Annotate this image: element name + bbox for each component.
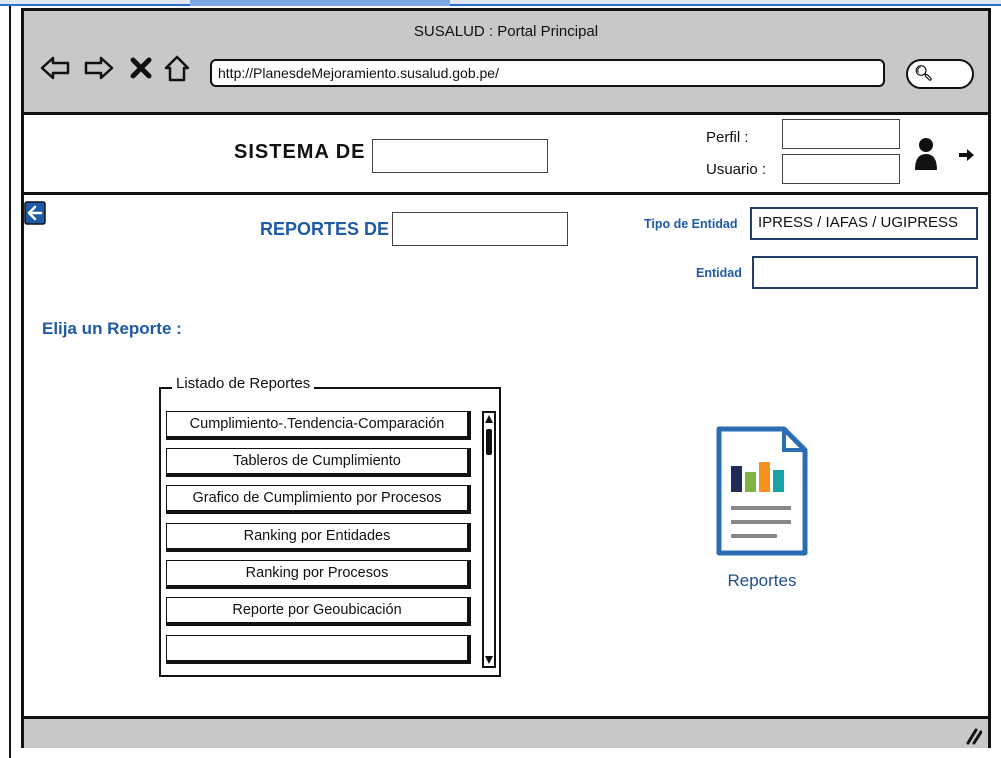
window-title: SUSALUD : Portal Principal	[413, 23, 599, 40]
scroll-down-icon[interactable]	[484, 654, 494, 666]
home-icon[interactable]	[162, 53, 192, 83]
address-bar[interactable]: http://PlanesdeMejoramiento.susalud.gob.…	[210, 59, 885, 87]
logout-icon[interactable]	[958, 147, 976, 163]
usuario-field[interactable]	[782, 154, 900, 184]
search-icon: 🔍︎	[914, 65, 934, 82]
tipo-entidad-select[interactable]: IPRESS / IAFAS / UGIPRESS	[750, 207, 978, 240]
report-item[interactable]: Reporte por Geoubicación	[166, 597, 471, 626]
report-item[interactable]: Grafico de Cumplimiento por Procesos	[166, 485, 471, 514]
reports-type-field[interactable]	[392, 212, 568, 246]
perfil-label: Perfil :	[706, 129, 749, 146]
choose-report-label: Elija un Reporte :	[42, 319, 182, 338]
report-item[interactable]	[166, 635, 471, 664]
scroll-up-icon[interactable]	[484, 413, 494, 425]
report-item[interactable]: Tableros de Cumplimiento	[166, 448, 471, 477]
perfil-field[interactable]	[782, 119, 900, 149]
reports-title: REPORTES DE	[260, 219, 390, 239]
browser-search-field[interactable]: 🔍︎	[906, 59, 974, 89]
report-item[interactable]: Ranking por Procesos	[166, 560, 471, 589]
user-icon[interactable]	[914, 137, 938, 171]
browser-window: SUSALUD : Portal Principal http://Planes…	[21, 8, 991, 748]
entidad-field[interactable]	[752, 256, 978, 289]
left-border-line	[9, 6, 11, 758]
reports-document-icon[interactable]	[716, 426, 808, 556]
reports-icon-label: Reportes	[727, 571, 797, 590]
report-item[interactable]: Cumplimiento-.Tendencia-Comparación	[166, 411, 471, 440]
entidad-label: Entidad	[696, 266, 742, 280]
browser-chrome: SUSALUD : Portal Principal http://Planes…	[24, 11, 988, 115]
stop-x-icon[interactable]	[130, 57, 152, 79]
back-arrow-icon[interactable]	[24, 201, 46, 225]
forward-arrow-icon[interactable]	[84, 55, 114, 81]
resize-handle-icon[interactable]	[964, 727, 982, 745]
scrollbar-thumb[interactable]	[486, 429, 492, 455]
system-name-field[interactable]	[372, 139, 548, 173]
usuario-label: Usuario :	[706, 161, 767, 178]
tipo-entidad-label: Tipo de Entidad	[644, 217, 738, 231]
report-list-legend: Listado de Reportes	[172, 375, 315, 392]
status-bar	[24, 716, 988, 748]
top-accent-bar	[0, 0, 1001, 6]
system-label: SISTEMA DE	[234, 141, 366, 163]
report-list-scrollbar[interactable]	[482, 411, 496, 668]
report-item[interactable]: Ranking por Entidades	[166, 523, 471, 552]
back-arrow-icon[interactable]	[40, 55, 70, 81]
